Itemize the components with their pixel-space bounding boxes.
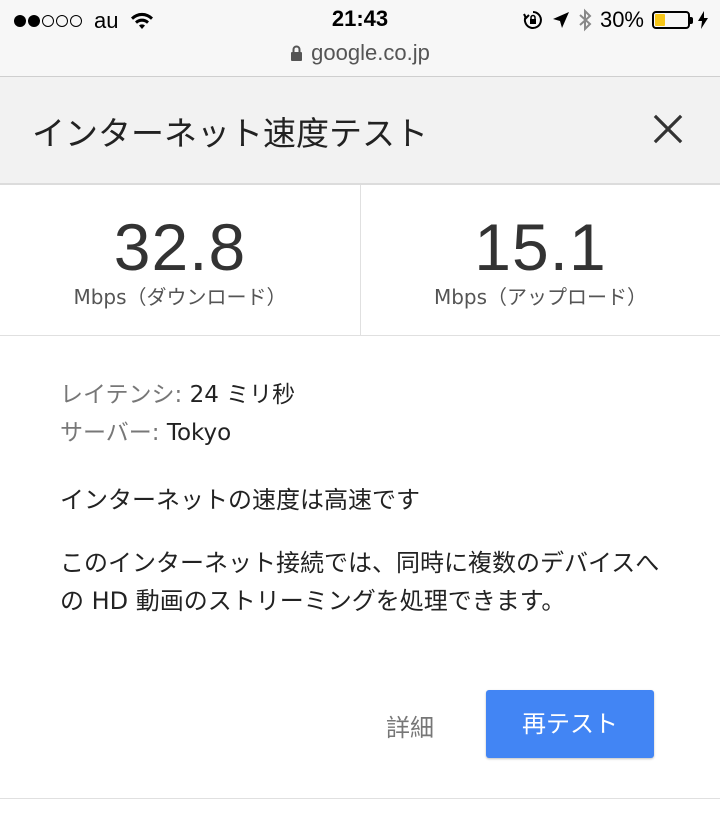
- speed-description: このインターネット接続では、同時に複数のデバイスへの HD 動画のストリーミング…: [60, 549, 660, 615]
- divider: [0, 798, 720, 799]
- speed-summary: インターネットの速度は高速です: [60, 486, 420, 514]
- orientation-lock-icon: [523, 11, 542, 29]
- charging-bolt-icon: [698, 11, 708, 29]
- status-bar: au 21:43 30%: [0, 0, 720, 40]
- retest-button[interactable]: 再テスト: [486, 690, 654, 758]
- page-title: インターネット速度テスト: [32, 114, 428, 153]
- latency-value: 24 ミリ秒: [189, 382, 296, 408]
- server-label: サーバー:: [60, 420, 160, 446]
- close-icon[interactable]: [650, 111, 686, 147]
- battery-icon: [652, 11, 693, 29]
- upload-result: 15.1 Mbps（アップロード）: [360, 185, 720, 335]
- status-right: 30%: [522, 7, 708, 33]
- battery-level: [655, 14, 665, 26]
- upload-speed-value: 15.1: [474, 210, 607, 284]
- url-bar[interactable]: google.co.jp: [0, 40, 720, 77]
- server-row: サーバー: Tokyo: [60, 414, 660, 452]
- location-arrow-icon: [552, 12, 569, 28]
- bluetooth-icon: [579, 8, 592, 32]
- latency-row: レイテンシ: 24 ミリ秒: [60, 376, 660, 414]
- download-speed-label: Mbps（ダウンロード）: [73, 285, 287, 309]
- lock-icon: [291, 45, 303, 61]
- download-speed-value: 32.8: [113, 210, 247, 284]
- url-text: google.co.jp: [311, 40, 430, 65]
- test-details: レイテンシ: 24 ミリ秒 サーバー: Tokyo: [60, 376, 660, 452]
- latency-label: レイテンシ:: [60, 382, 183, 408]
- speed-results: 32.8 Mbps（ダウンロード） 15.1 Mbps（アップロード）: [0, 185, 720, 336]
- server-value: Tokyo: [166, 420, 232, 446]
- upload-speed-label: Mbps（アップロード）: [433, 285, 648, 309]
- battery-percent: 30%: [599, 7, 644, 32]
- speedtest-header: インターネット速度テスト: [0, 77, 720, 185]
- url-display[interactable]: google.co.jp: [290, 40, 430, 66]
- details-link[interactable]: 詳細: [386, 708, 434, 743]
- download-result: 32.8 Mbps（ダウンロード）: [0, 185, 360, 335]
